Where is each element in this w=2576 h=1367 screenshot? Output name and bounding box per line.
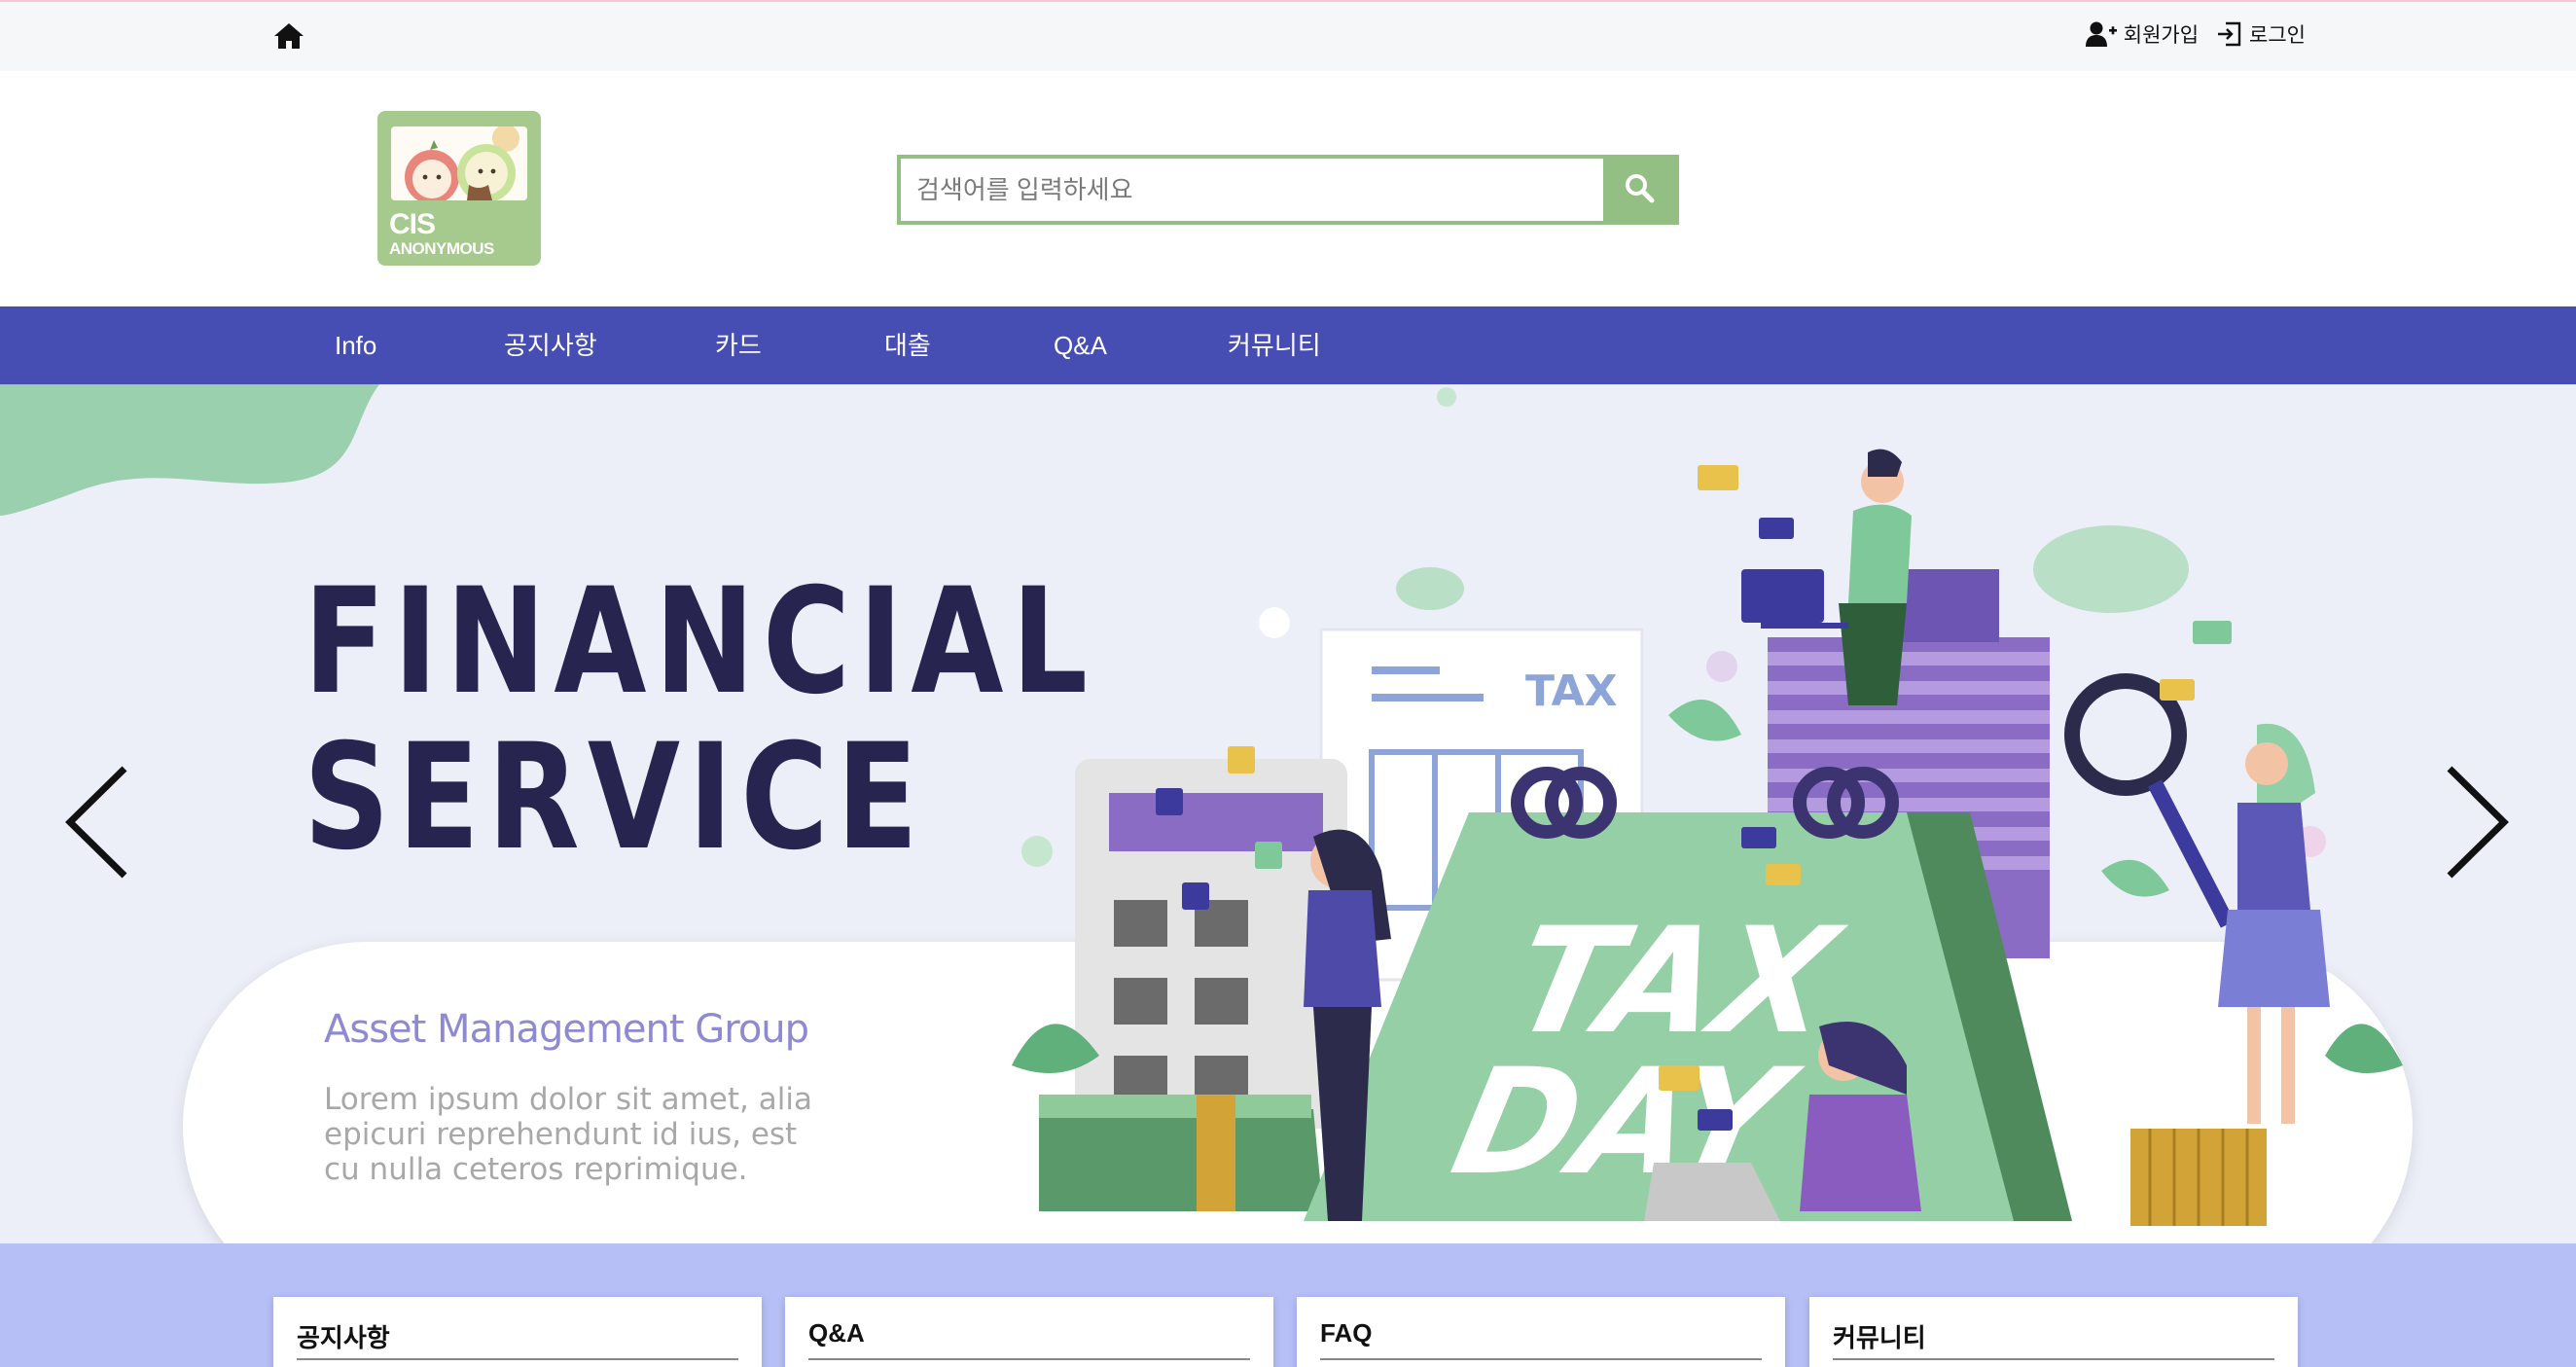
site-logo[interactable]: CIS ANONYMOUS xyxy=(377,111,541,266)
site-header: CIS ANONYMOUS xyxy=(0,71,2576,306)
search-icon xyxy=(1624,172,1655,208)
signup-link[interactable]: 회원가입 xyxy=(2085,19,2199,49)
search-input[interactable] xyxy=(901,159,1603,221)
nav-item-notice[interactable]: 공지사항 xyxy=(504,306,597,384)
user-plus-icon xyxy=(2085,20,2118,48)
signup-label: 회원가입 xyxy=(2123,24,2200,47)
tax-day-illustration: TAX TAX DAY xyxy=(1012,387,2403,1226)
card-divider xyxy=(1833,1358,2274,1360)
quick-links-section: 공지사항 Q&A FAQ 커뮤니티 xyxy=(0,1243,2576,1367)
sign-in-icon xyxy=(2216,20,2243,48)
nav-item-community[interactable]: 커뮤니티 xyxy=(1228,306,1321,384)
hero-title-line2: SERVICE xyxy=(304,713,926,882)
logo-text-anonymous: ANONYMOUS xyxy=(389,239,494,258)
chevron-right-icon xyxy=(2438,766,2516,889)
card-divider xyxy=(297,1358,738,1360)
card-divider xyxy=(1320,1358,1762,1360)
card-notice[interactable]: 공지사항 xyxy=(273,1297,762,1367)
nav-item-loan[interactable]: 대출 xyxy=(884,306,931,384)
card-qna[interactable]: Q&A xyxy=(785,1297,1273,1367)
card-title: 공지사항 xyxy=(297,1323,390,1352)
hero-body-text: Lorem ipsum dolor sit amet, alia epicuri… xyxy=(324,1082,812,1187)
carousel-next-button[interactable] xyxy=(2438,759,2516,885)
logo-text-cis: CIS xyxy=(389,208,436,240)
search-button[interactable] xyxy=(1603,159,1675,221)
card-title: 커뮤니티 xyxy=(1833,1323,1926,1352)
carousel-prev-button[interactable] xyxy=(58,759,136,885)
home-icon[interactable] xyxy=(272,21,305,51)
logo-illustration xyxy=(391,126,527,200)
chevron-left-icon xyxy=(58,766,136,889)
hero-subtitle: Asset Management Group xyxy=(324,1007,809,1052)
nav-item-qna[interactable]: Q&A xyxy=(1054,306,1107,384)
card-faq[interactable]: FAQ xyxy=(1297,1297,1785,1367)
decorative-blob xyxy=(0,384,379,516)
login-label: 로그인 xyxy=(2249,24,2306,47)
auth-links: 회원가입 로그인 xyxy=(2085,19,2306,49)
card-divider xyxy=(808,1358,1250,1360)
nav-item-card[interactable]: 카드 xyxy=(715,306,762,384)
tax-document-label: TAX xyxy=(1525,666,1618,716)
nav-item-info[interactable]: Info xyxy=(335,306,376,384)
top-utility-bar: 회원가입 로그인 xyxy=(0,0,2576,71)
hero-banner: FINANCIAL SERVICE Asset Management Group… xyxy=(0,384,2576,1243)
search-bar xyxy=(897,155,1679,225)
login-link[interactable]: 로그인 xyxy=(2216,19,2306,49)
card-community[interactable]: 커뮤니티 xyxy=(1809,1297,2298,1367)
card-title: Q&A xyxy=(808,1318,865,1348)
main-nav: Info 공지사항 카드 대출 Q&A 커뮤니티 xyxy=(0,306,2576,384)
card-title: FAQ xyxy=(1320,1318,1373,1348)
